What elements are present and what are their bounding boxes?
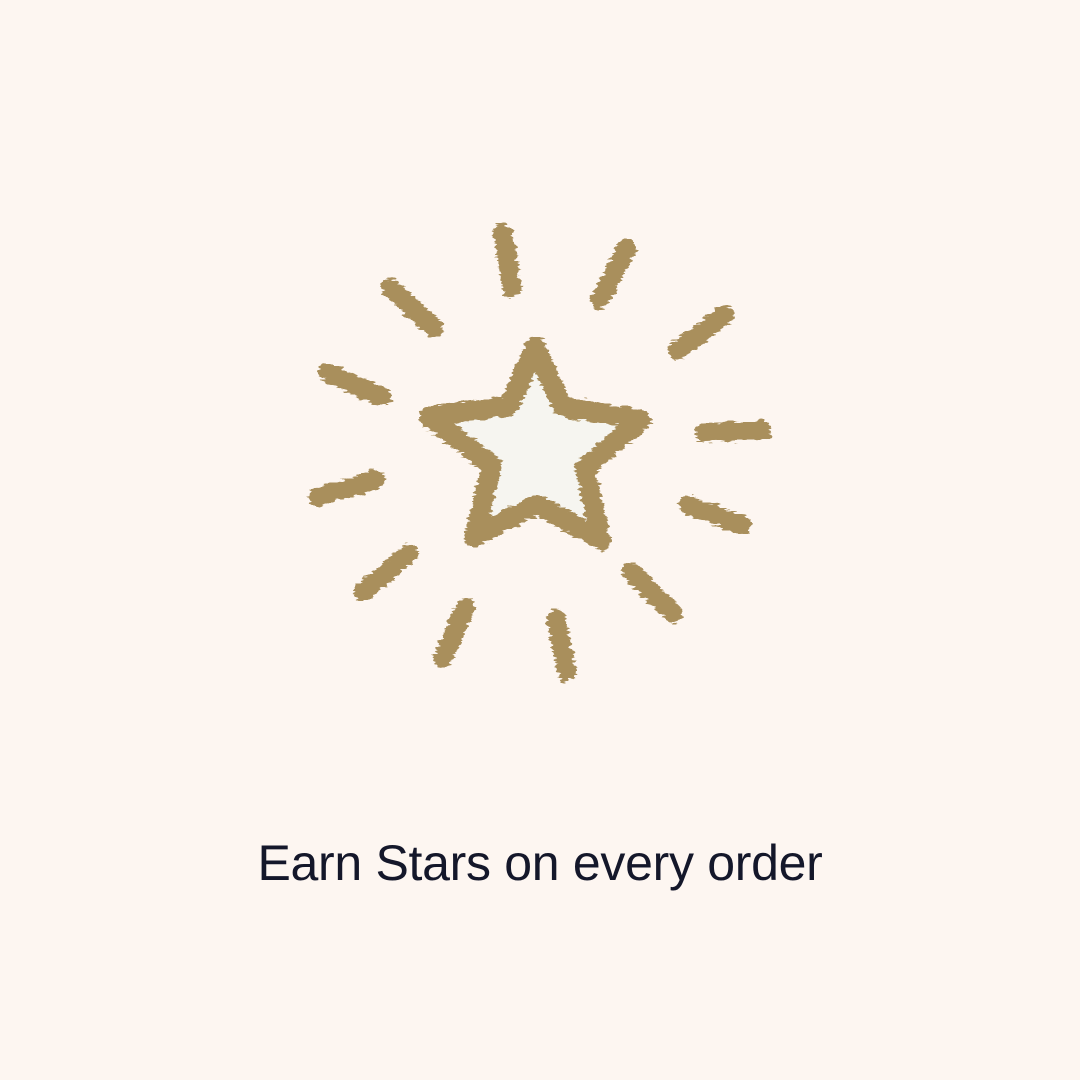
sparkle-ray-1 <box>493 223 522 298</box>
sparkle-ray-7 <box>546 609 577 682</box>
sparkle-ray-6 <box>621 562 683 623</box>
sparkle-ray-9 <box>353 544 419 602</box>
caption-text: Earn Stars on every order <box>257 835 823 891</box>
sparkle-ray-2 <box>590 238 637 310</box>
sparkling-star-illustration <box>308 223 772 682</box>
sparkle-ray-11 <box>317 362 392 407</box>
sparkle-ray-5 <box>678 495 751 535</box>
sparkle-ray-8 <box>433 597 476 668</box>
sparkle-ray-12 <box>381 278 444 338</box>
sparkle-ray-4 <box>695 420 772 443</box>
sparkle-ray-10 <box>308 470 386 507</box>
sparkle-ray-3 <box>668 305 735 360</box>
star-icon <box>419 337 651 550</box>
